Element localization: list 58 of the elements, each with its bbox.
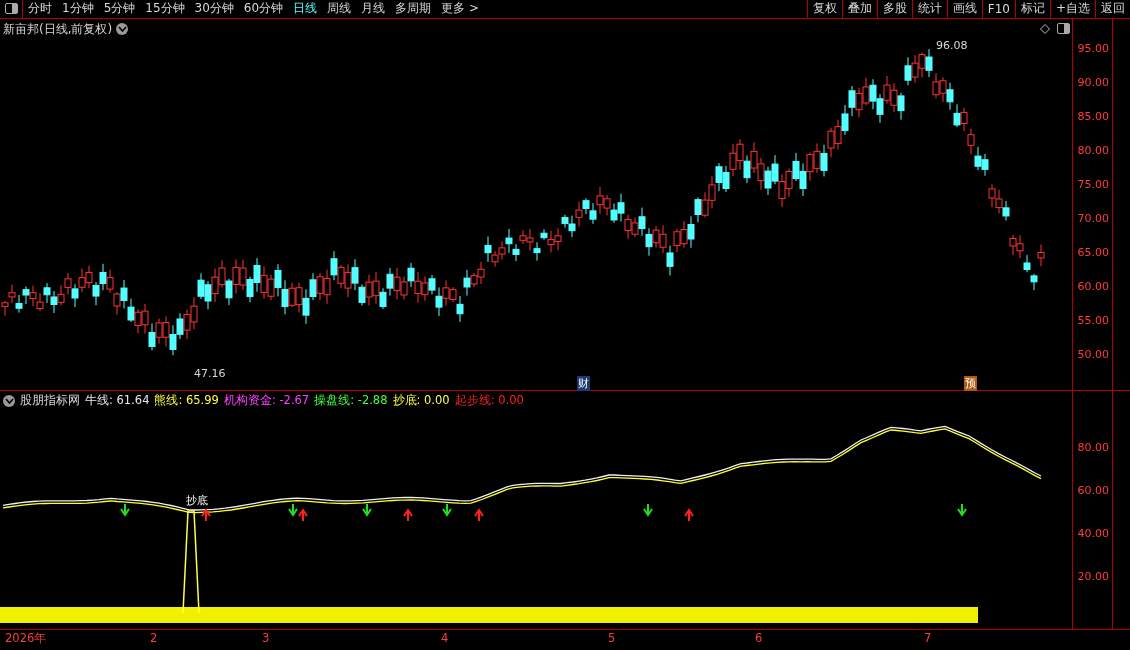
toolbar-button[interactable]: 多股 <box>876 0 912 18</box>
period-tab[interactable]: 月线 <box>356 0 391 18</box>
panel-toggle-icon[interactable] <box>1056 22 1071 35</box>
toolbar-button[interactable]: F10 <box>981 0 1015 18</box>
period-tab[interactable]: 更多 > <box>436 0 484 18</box>
date-axis-label: 2 <box>150 631 158 645</box>
date-axis-label: 4 <box>441 631 449 645</box>
toolbar-button[interactable]: 画线 <box>946 0 982 18</box>
date-axis-label: 5 <box>608 631 616 645</box>
price-axis-label: 90.00 <box>1077 75 1109 89</box>
dropdown-icon[interactable] <box>116 23 129 36</box>
toolbar-button[interactable]: 复权 <box>806 0 842 18</box>
period-tab[interactable]: 多周期 <box>390 0 437 18</box>
diamond-icon[interactable] <box>1040 23 1051 34</box>
price-axis-label: 70.00 <box>1077 211 1109 225</box>
indicator-axis-label: 80.00 <box>1077 441 1109 455</box>
period-tab[interactable]: 30分钟 <box>189 0 239 18</box>
toolbar-button[interactable]: 统计 <box>911 0 947 18</box>
price-axis-label: 65.00 <box>1077 245 1109 259</box>
indicator-axis-label: 60.00 <box>1077 484 1109 498</box>
date-axis-label: 3 <box>262 631 270 645</box>
toolbar-button[interactable]: 标记 <box>1014 0 1050 18</box>
price-axis-label: 60.00 <box>1077 279 1109 293</box>
period-tab[interactable]: 分时 <box>23 0 57 18</box>
legend-item: 起步线: 0.00 <box>454 393 524 409</box>
event-marker[interactable]: 财 <box>577 375 590 391</box>
date-axis-label: 6 <box>755 631 763 645</box>
period-tab[interactable]: 5分钟 <box>98 0 141 18</box>
period-tab[interactable]: 日线 <box>288 0 323 18</box>
dropdown-icon[interactable] <box>3 394 15 407</box>
low-price-label: 47.16 <box>194 366 226 380</box>
stock-title: 新亩邦(日线,前复权) <box>3 20 113 38</box>
indicator-axis-label: 40.00 <box>1077 527 1109 541</box>
legend-item: 机构资金: -2.67 <box>223 393 310 409</box>
price-axis-label: 55.00 <box>1077 313 1109 327</box>
toolbar-button[interactable]: 叠加 <box>841 0 877 18</box>
event-marker[interactable]: 预 <box>964 375 977 391</box>
date-axis-label: 2026年 <box>5 631 47 646</box>
period-tab[interactable]: 周线 <box>322 0 357 18</box>
legend-item: 熊线: 65.99 <box>154 393 219 409</box>
indicator-axis-label: 20.00 <box>1077 570 1109 584</box>
legend-item: 抄底: 0.00 <box>392 393 450 409</box>
legend-item: 操盘线: -2.88 <box>314 393 388 409</box>
period-tab[interactable]: 60分钟 <box>238 0 289 18</box>
signal-label: 抄底 <box>186 495 208 508</box>
price-axis-label: 85.00 <box>1077 109 1109 123</box>
period-tab[interactable]: 15分钟 <box>140 0 190 18</box>
price-axis-label: 95.00 <box>1077 41 1109 55</box>
price-axis-label: 50.00 <box>1077 347 1109 361</box>
toolbar-button[interactable]: 返回 <box>1095 0 1130 18</box>
period-tab[interactable]: 1分钟 <box>57 0 99 18</box>
date-axis-label: 7 <box>924 631 932 645</box>
price-axis-label: 75.00 <box>1077 177 1109 191</box>
indicator-title: 股朋指标网 <box>20 393 80 409</box>
toolbar-button[interactable]: +自选 <box>1049 0 1095 18</box>
high-price-label: 96.08 <box>936 38 968 52</box>
price-axis-label: 80.00 <box>1077 143 1109 157</box>
legend-item: 牛线: 61.64 <box>85 393 150 409</box>
